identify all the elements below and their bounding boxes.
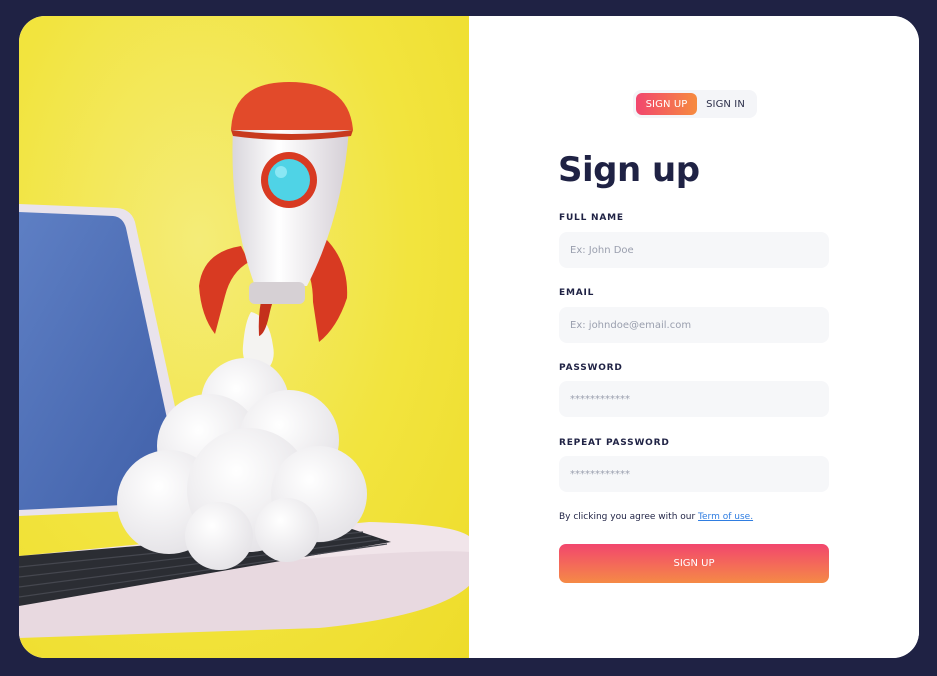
terms-notice: By clicking you agree with our Term of u… — [559, 512, 753, 522]
signup-card: SIGN UP SIGN IN Sign up FULL NAME EMAIL … — [19, 16, 919, 658]
email-input[interactable] — [559, 307, 829, 343]
full-name-label: FULL NAME — [559, 213, 624, 223]
signin-tab[interactable]: SIGN IN — [697, 93, 754, 115]
terms-link[interactable]: Term of use. — [698, 512, 753, 522]
signup-form-panel: SIGN UP SIGN IN Sign up FULL NAME EMAIL … — [469, 16, 919, 658]
repeat-password-input[interactable] — [559, 456, 829, 492]
password-input[interactable] — [559, 381, 829, 417]
terms-text: By clicking you agree with our — [559, 512, 699, 522]
email-label: EMAIL — [559, 288, 595, 298]
auth-mode-toggle: SIGN UP SIGN IN — [633, 90, 757, 118]
signup-submit-button[interactable]: SIGN UP — [559, 544, 829, 583]
password-label: PASSWORD — [559, 363, 623, 373]
repeat-password-label: REPEAT PASSWORD — [559, 438, 670, 448]
hero-illustration — [19, 16, 469, 658]
rocket-laptop-image — [19, 82, 469, 638]
signup-tab[interactable]: SIGN UP — [636, 93, 697, 115]
full-name-input[interactable] — [559, 232, 829, 268]
page-title: Sign up — [558, 150, 700, 190]
